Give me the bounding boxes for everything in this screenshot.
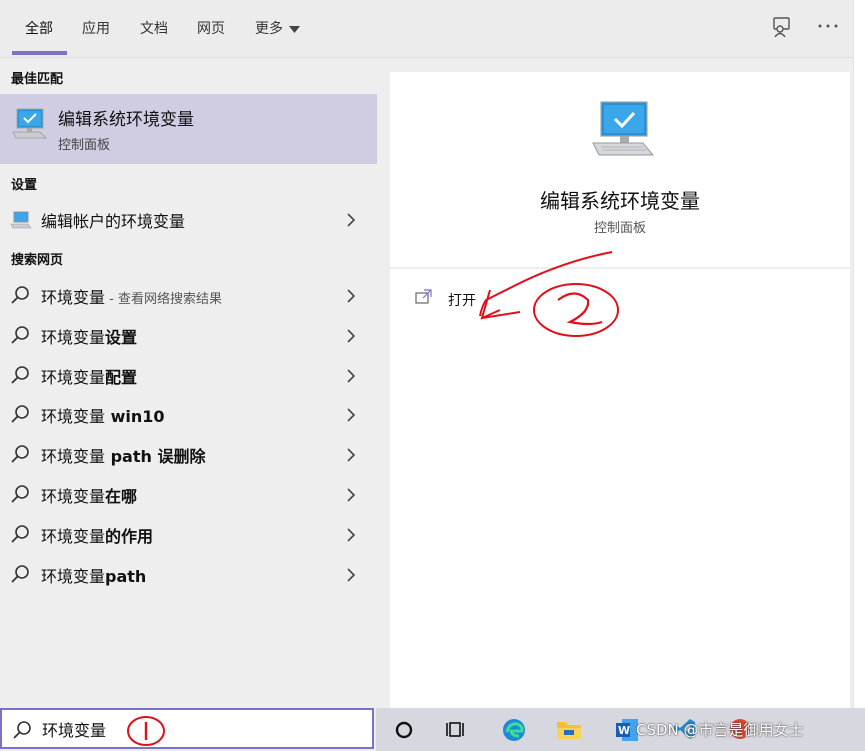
web-search-label: 环境变量的作用	[41, 523, 153, 547]
task-view-icon[interactable]	[432, 708, 480, 751]
settings-item-label: 编辑帐户的环境变量	[41, 212, 186, 231]
section-best-match: 最佳匹配	[11, 72, 64, 87]
open-icon	[414, 288, 434, 310]
chevron-right-icon	[347, 212, 356, 231]
chevron-right-icon	[347, 567, 356, 586]
search-icon	[12, 720, 32, 744]
web-search-query: 环境变量	[41, 487, 106, 506]
web-search-label: 环境变量 - 查看网络搜索结果	[41, 284, 222, 308]
web-search-item[interactable]: 环境变量设置	[0, 316, 377, 354]
web-search-item[interactable]: 环境变量 win10	[0, 395, 377, 433]
open-label: 打开	[448, 293, 476, 309]
web-search-query: 环境变量	[41, 288, 106, 307]
preview-subtitle: 控制面板	[593, 221, 646, 236]
watermark: CSDN @市言是御用女士	[636, 721, 804, 739]
tab-more-label: 更多	[255, 21, 283, 37]
web-search-suggestion: 设置	[105, 328, 138, 347]
search-icon	[10, 444, 30, 468]
search-box[interactable]	[0, 708, 374, 749]
search-input[interactable]	[42, 716, 342, 742]
tab-web[interactable]: 网页	[197, 18, 225, 38]
svg-text:W: W	[618, 724, 630, 737]
web-search-query: 环境变量	[41, 328, 106, 347]
best-match-subtitle: 控制面板	[58, 138, 111, 153]
search-icon	[10, 484, 30, 508]
web-search-item[interactable]: 环境变量path	[0, 555, 377, 593]
web-search-item[interactable]: 环境变量在哪	[0, 475, 377, 513]
search-icon	[10, 564, 30, 588]
web-search-query: 环境变量	[41, 368, 106, 387]
divider	[390, 267, 850, 269]
web-search-suggestion: win10	[105, 407, 165, 426]
web-search-item[interactable]: 环境变量 path 误删除	[0, 435, 377, 473]
web-search-query: 环境变量	[41, 527, 106, 546]
search-icon	[10, 404, 30, 428]
web-search-query: 环境变量	[41, 567, 106, 586]
web-search-item[interactable]: 环境变量的作用	[0, 515, 377, 553]
web-search-label: 环境变量path	[41, 563, 146, 587]
chevron-right-icon	[347, 407, 356, 426]
preview-header: 编辑系统环境变量 控制面板	[390, 72, 850, 267]
web-search-label: 环境变量设置	[41, 324, 137, 348]
chevron-right-icon	[347, 447, 356, 466]
search-icon	[10, 285, 30, 309]
settings-item-account-env[interactable]: 编辑帐户的环境变量	[0, 200, 377, 238]
web-search-label: 环境变量 path 误删除	[41, 443, 205, 467]
web-search-query: 环境变量	[41, 447, 106, 466]
web-search-suggestion: path 误删除	[105, 447, 206, 466]
monitor-icon	[10, 211, 32, 233]
active-tab-indicator	[12, 51, 67, 55]
chevron-right-icon	[347, 288, 356, 307]
web-search-label: 环境变量在哪	[41, 483, 137, 507]
web-search-hint: - 查看网络搜索结果	[105, 292, 222, 307]
monitor-check-icon	[10, 106, 48, 146]
tab-all[interactable]: 全部	[25, 18, 53, 38]
search-icon	[10, 524, 30, 548]
web-search-label: 环境变量 win10	[41, 403, 165, 427]
feedback-icon[interactable]	[771, 16, 793, 42]
chevron-down-icon	[289, 21, 300, 37]
monitor-check-icon	[587, 98, 655, 164]
web-search-item[interactable]: 环境变量 - 查看网络搜索结果	[0, 276, 377, 314]
tab-documents[interactable]: 文档	[140, 18, 168, 38]
search-icon	[10, 365, 30, 389]
web-search-label: 环境变量配置	[41, 364, 137, 388]
web-search-query: 环境变量	[41, 407, 106, 426]
edge-icon[interactable]	[489, 708, 537, 751]
best-match-item[interactable]: 编辑系统环境变量 控制面板	[0, 94, 377, 164]
search-icon	[10, 325, 30, 349]
preview-pane: 编辑系统环境变量 控制面板 打开	[390, 72, 850, 708]
more-options-icon[interactable]	[817, 14, 839, 40]
chevron-right-icon	[347, 368, 356, 387]
best-match-title: 编辑系统环境变量	[58, 110, 194, 130]
scrollbar[interactable]	[853, 0, 865, 708]
preview-title: 编辑系统环境变量	[540, 189, 700, 213]
section-settings: 设置	[11, 178, 38, 193]
search-tab-bar: 全部 应用 文档 网页 更多	[0, 0, 865, 58]
chevron-right-icon	[347, 487, 356, 506]
web-search-suggestion: 的作用	[105, 527, 154, 546]
chevron-right-icon	[347, 328, 356, 347]
tab-apps[interactable]: 应用	[82, 18, 110, 38]
web-search-suggestion: path	[105, 567, 147, 586]
cortana-icon[interactable]	[380, 708, 428, 751]
results-pane: 最佳匹配 编辑系统环境变量 控制面板 设置 编辑帐户的环境变量 搜索网页 环境变…	[0, 58, 377, 708]
web-search-item[interactable]: 环境变量配置	[0, 356, 377, 394]
chevron-right-icon	[347, 527, 356, 546]
section-web-search: 搜索网页	[11, 253, 64, 268]
file-explorer-icon[interactable]	[544, 708, 592, 751]
web-search-suggestion: 配置	[105, 368, 138, 387]
web-search-suggestion: 在哪	[105, 487, 138, 506]
tab-more[interactable]: 更多	[255, 18, 300, 38]
